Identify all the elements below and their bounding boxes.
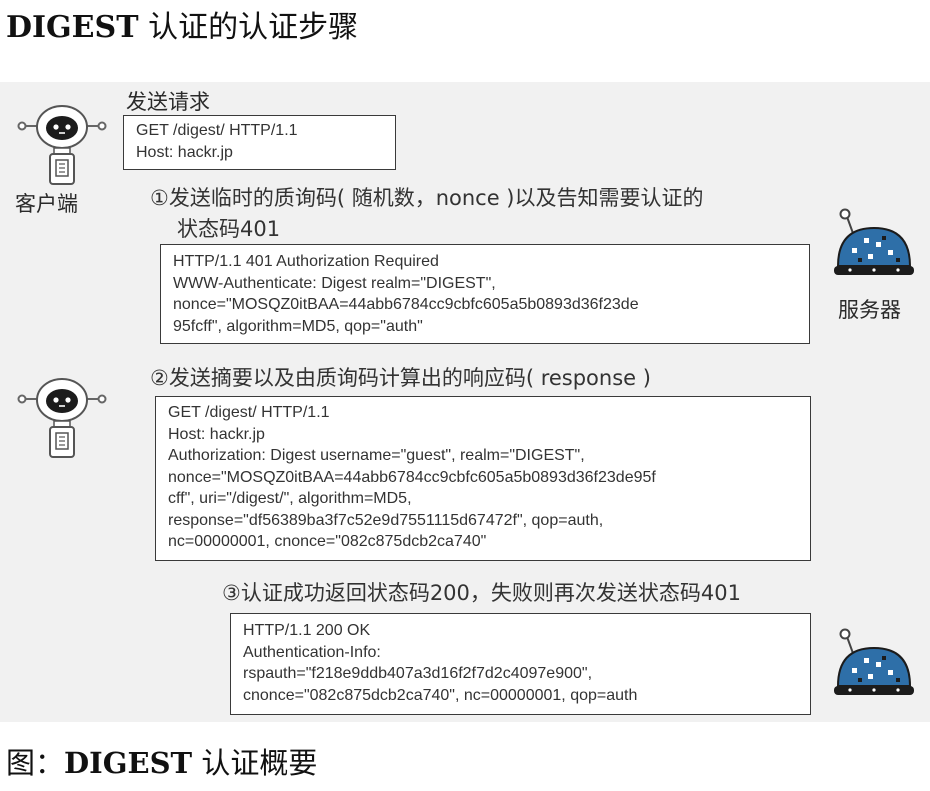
step2-line: nc=00000001, cnonce="082c875dcb2ca740" bbox=[168, 533, 487, 550]
server-label: 服务器 bbox=[838, 298, 901, 322]
step1-line: nonce="MOSQZ0itBAA=44abb6784cc9cbfc605a5… bbox=[173, 296, 639, 313]
step3-text: ③认证成功返回状态码200，失败则再次发送状态码401 bbox=[222, 581, 741, 605]
client-robot-icon bbox=[17, 378, 107, 458]
step1-line: WWW-Authenticate: Digest realm="DIGEST", bbox=[173, 274, 496, 292]
server-robot-icon bbox=[834, 628, 914, 695]
step2-text: ②发送摘要以及由质询码计算出的响应码( response ) bbox=[150, 366, 651, 390]
step2-line: response="df56389ba3f7c52e9d7551115d6747… bbox=[168, 511, 604, 529]
client-robot-icon bbox=[17, 105, 107, 185]
step2-line: Host: hackr.jp bbox=[168, 425, 265, 443]
step2-line: Authorization: Digest username="guest", … bbox=[168, 447, 585, 464]
step1-box: HTTP/1.1 401 Authorization Required WWW-… bbox=[160, 244, 810, 344]
step3-line: rspauth="f218e9ddb407a3d16f2f7d2c4097e90… bbox=[243, 665, 593, 682]
step3-line: cnonce="082c875dcb2ca740", nc=00000001, … bbox=[243, 686, 638, 704]
step2-box: GET /digest/ HTTP/1.1 Host: hackr.jp Aut… bbox=[155, 396, 811, 561]
request-line: Host: hackr.jp bbox=[136, 143, 233, 161]
figure-caption: 图：DIGEST 认证概要 bbox=[6, 746, 318, 780]
request-label: 发送请求 bbox=[126, 90, 210, 114]
step3-line: Authentication-Info: bbox=[243, 643, 381, 661]
step3-box: HTTP/1.1 200 OK Authentication-Info: rsp… bbox=[230, 613, 811, 715]
server-robot-icon bbox=[834, 208, 914, 275]
step3-line: HTTP/1.1 200 OK bbox=[243, 622, 371, 639]
step1-text: ①发送临时的质询码( 随机数，nonce )以及告知需要认证的 状态码401 bbox=[150, 186, 704, 241]
step2-line: GET /digest/ HTTP/1.1 bbox=[168, 404, 330, 421]
step2-line: nonce="MOSQZ0itBAA=44abb6784cc9cbfc605a5… bbox=[168, 468, 656, 486]
step1-line: 95fcff", algorithm=MD5, qop="auth" bbox=[173, 317, 423, 335]
request-box: GET /digest/ HTTP/1.1 Host: hackr.jp bbox=[123, 115, 396, 170]
request-line: GET /digest/ HTTP/1.1 bbox=[136, 122, 298, 139]
step2-line: cff", uri="/digest/", algorithm=MD5, bbox=[168, 490, 412, 507]
client-label: 客户端 bbox=[15, 192, 78, 216]
page-title: DIGEST 认证的认证步骤 bbox=[6, 10, 359, 45]
step1-line: HTTP/1.1 401 Authorization Required bbox=[173, 253, 439, 270]
